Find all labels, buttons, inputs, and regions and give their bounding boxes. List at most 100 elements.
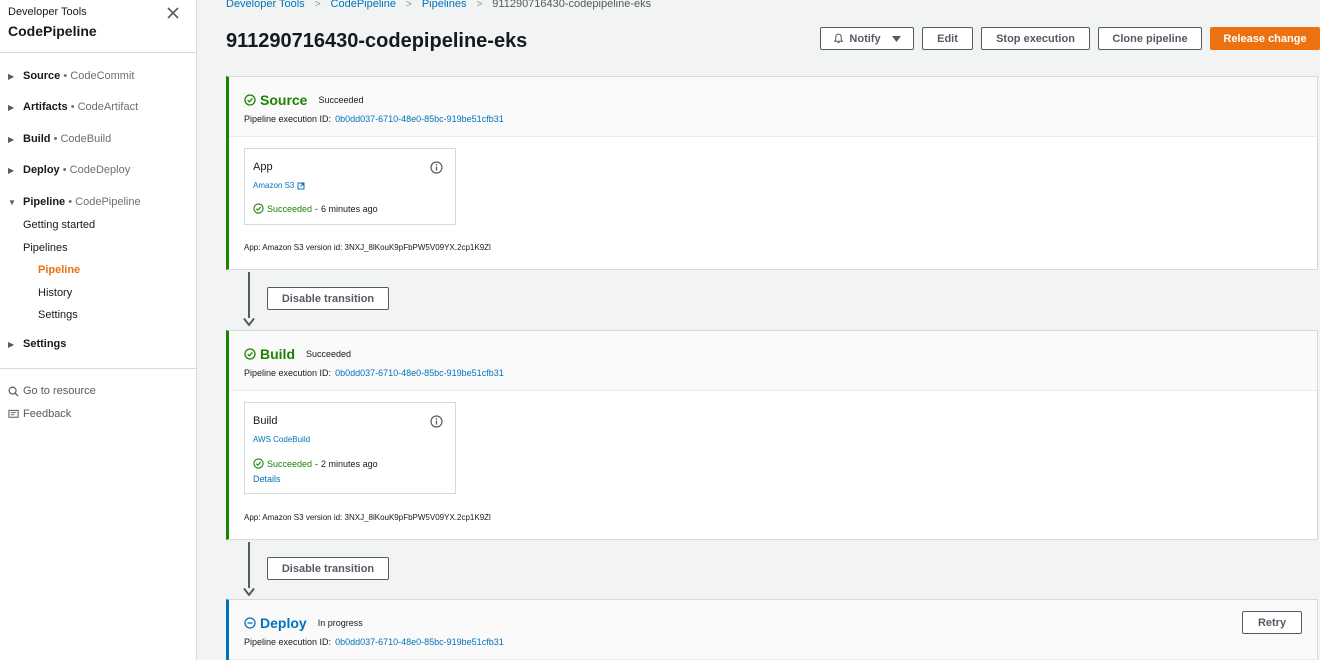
sidebar-group-pipeline[interactable]: ▼ Pipeline • CodePipeline <box>8 196 141 208</box>
sidebar-service-name: Developer Tools <box>8 6 87 18</box>
bell-icon <box>834 33 844 43</box>
chevron-right-icon: > <box>476 0 483 10</box>
execution-id-label: Pipeline execution ID: <box>244 114 332 124</box>
caret-right-icon: ▶ <box>8 72 15 81</box>
execution-id-link[interactable]: 0b0dd037-6710-48e0-85bc-919be51cfb31 <box>335 368 504 378</box>
in-progress-icon <box>244 617 256 629</box>
go-to-resource-link[interactable]: Go to resource <box>8 385 96 397</box>
action-status-label: Succeeded <box>267 458 313 469</box>
stage-header: Deploy In progress Pipeline execution ID… <box>229 600 1317 660</box>
execution-id-line: Pipeline execution ID: 0b0dd037-6710-48e0… <box>244 368 504 378</box>
execution-id-link[interactable]: 0b0dd037-6710-48e0-85bc-919be51cfb31 <box>335 637 504 647</box>
action-provider-link[interactable]: AWS CodeBuild <box>253 435 310 444</box>
success-check-icon <box>244 348 256 360</box>
clone-pipeline-button[interactable]: Clone pipeline <box>1098 27 1202 50</box>
caret-right-icon: ▶ <box>8 340 15 349</box>
execution-id-link[interactable]: 0b0dd037-6710-48e0-85bc-919be51cfb31 <box>335 114 504 124</box>
feedback-label: Feedback <box>23 408 72 420</box>
notify-button[interactable]: Notify <box>820 27 914 50</box>
caret-right-icon: ▶ <box>8 135 15 144</box>
action-card: Build AWS CodeBuild Succeeded - 2 minute… <box>244 402 456 494</box>
arrow-down-icon <box>243 588 255 596</box>
action-provider-link[interactable]: Amazon S3 <box>253 181 305 190</box>
caret-right-icon: ▶ <box>8 103 15 112</box>
stage-title: Build Succeeded <box>244 346 351 362</box>
transition-arrow <box>248 542 250 588</box>
action-status: Succeeded - 6 minutes ago <box>253 203 378 214</box>
artifact-info: App: Amazon S3 version id: 3NXJ_8lKouK9p… <box>244 243 491 252</box>
action-time-ago: 2 minutes ago <box>321 458 378 469</box>
breadcrumb-current: 911290716430-codepipeline-eks <box>492 0 652 10</box>
stage-name-label: Source <box>260 92 308 108</box>
transition-arrow <box>248 272 250 318</box>
caret-down-icon <box>891 35 901 42</box>
sidebar-group-settings[interactable]: ▶ Settings <box>8 338 66 350</box>
stage-header: Build Succeeded Pipeline execution ID: 0b… <box>229 331 1317 391</box>
edit-button[interactable]: Edit <box>922 27 973 50</box>
stop-execution-button[interactable]: Stop execution <box>981 27 1090 50</box>
action-details-link[interactable]: Details <box>253 474 281 484</box>
go-to-resource-label: Go to resource <box>23 385 96 397</box>
sidebar-group-artifacts[interactable]: ▶ Artifacts • CodeArtifact <box>8 101 138 113</box>
notify-label: Notify <box>849 32 881 45</box>
action-status-label: Succeeded <box>267 203 313 214</box>
breadcrumb-pipelines[interactable]: Pipelines <box>422 0 467 10</box>
execution-id-line: Pipeline execution ID: 0b0dd037-6710-48e0… <box>244 114 504 124</box>
success-check-icon <box>244 94 256 106</box>
sidebar-divider <box>0 52 196 53</box>
breadcrumb-developer-tools[interactable]: Developer Tools <box>226 0 305 10</box>
feedback-link[interactable]: Feedback <box>8 408 71 420</box>
stage-status: Succeeded <box>318 95 364 105</box>
page-title: 911290716430-codepipeline-eks <box>226 30 528 52</box>
sidebar-item-pipeline-settings[interactable]: Settings <box>38 309 78 321</box>
action-name: App <box>253 161 273 173</box>
caret-right-icon: ▶ <box>8 166 15 175</box>
release-change-button[interactable]: Release change <box>1210 27 1320 50</box>
info-icon[interactable] <box>430 415 443 428</box>
artifact-info: App: Amazon S3 version id: 3NXJ_8lKouK9p… <box>244 513 491 522</box>
external-link-icon <box>297 182 305 189</box>
caret-down-icon: ▼ <box>8 198 16 207</box>
side-navigation: Developer Tools CodePipeline ▶ Source • C… <box>0 0 197 660</box>
success-check-icon <box>253 203 264 214</box>
sidebar-item-pipelines[interactable]: Pipelines <box>23 242 68 254</box>
stage-title: Source Succeeded <box>244 92 364 108</box>
stage-name-label: Build <box>260 346 295 362</box>
stage-name-label: Deploy <box>260 615 307 631</box>
close-icon[interactable] <box>165 5 181 21</box>
sidebar-group-deploy[interactable]: ▶ Deploy • CodeDeploy <box>8 164 130 176</box>
success-check-icon <box>253 458 264 469</box>
action-name: Build <box>253 415 278 427</box>
info-icon[interactable] <box>430 161 443 174</box>
stage-build: Build Succeeded Pipeline execution ID: 0b… <box>226 330 1318 540</box>
sidebar-title[interactable]: CodePipeline <box>8 23 97 39</box>
disable-transition-button[interactable]: Disable transition <box>267 557 389 580</box>
chevron-right-icon: > <box>314 0 321 10</box>
stage-source: Source Succeeded Pipeline execution ID: 0… <box>226 76 1318 270</box>
sidebar-item-getting-started[interactable]: Getting started <box>23 219 95 231</box>
stage-title: Deploy In progress <box>244 615 363 631</box>
stage-status: Succeeded <box>306 349 352 359</box>
sidebar-group-build[interactable]: ▶ Build • CodeBuild <box>8 133 111 145</box>
stage-header: Source Succeeded Pipeline execution ID: 0… <box>229 77 1317 137</box>
action-status: Succeeded - 2 minutes ago <box>253 458 378 469</box>
execution-id-label: Pipeline execution ID: <box>244 637 332 647</box>
search-icon <box>8 386 19 397</box>
sidebar-group-source[interactable]: ▶ Source • CodeCommit <box>8 70 134 82</box>
arrow-down-icon <box>243 318 255 326</box>
stage-status: In progress <box>317 618 363 628</box>
sidebar-item-history[interactable]: History <box>38 287 72 299</box>
sidebar-item-pipeline[interactable]: Pipeline <box>38 264 80 276</box>
action-card: App Amazon S3 Succeeded - 6 minutes ago <box>244 148 456 225</box>
feedback-icon <box>8 409 19 418</box>
disable-transition-button[interactable]: Disable transition <box>267 287 389 310</box>
execution-id-line: Pipeline execution ID: 0b0dd037-6710-48e0… <box>244 637 504 647</box>
breadcrumb: Developer Tools > CodePipeline > Pipelin… <box>226 0 651 10</box>
execution-id-label: Pipeline execution ID: <box>244 368 332 378</box>
sidebar-divider <box>0 368 196 369</box>
action-time-ago: 6 minutes ago <box>321 203 378 214</box>
stage-deploy: Deploy In progress Pipeline execution ID… <box>226 599 1318 660</box>
breadcrumb-codepipeline[interactable]: CodePipeline <box>331 0 396 10</box>
chevron-right-icon: > <box>405 0 412 10</box>
retry-button[interactable]: Retry <box>1242 611 1302 634</box>
